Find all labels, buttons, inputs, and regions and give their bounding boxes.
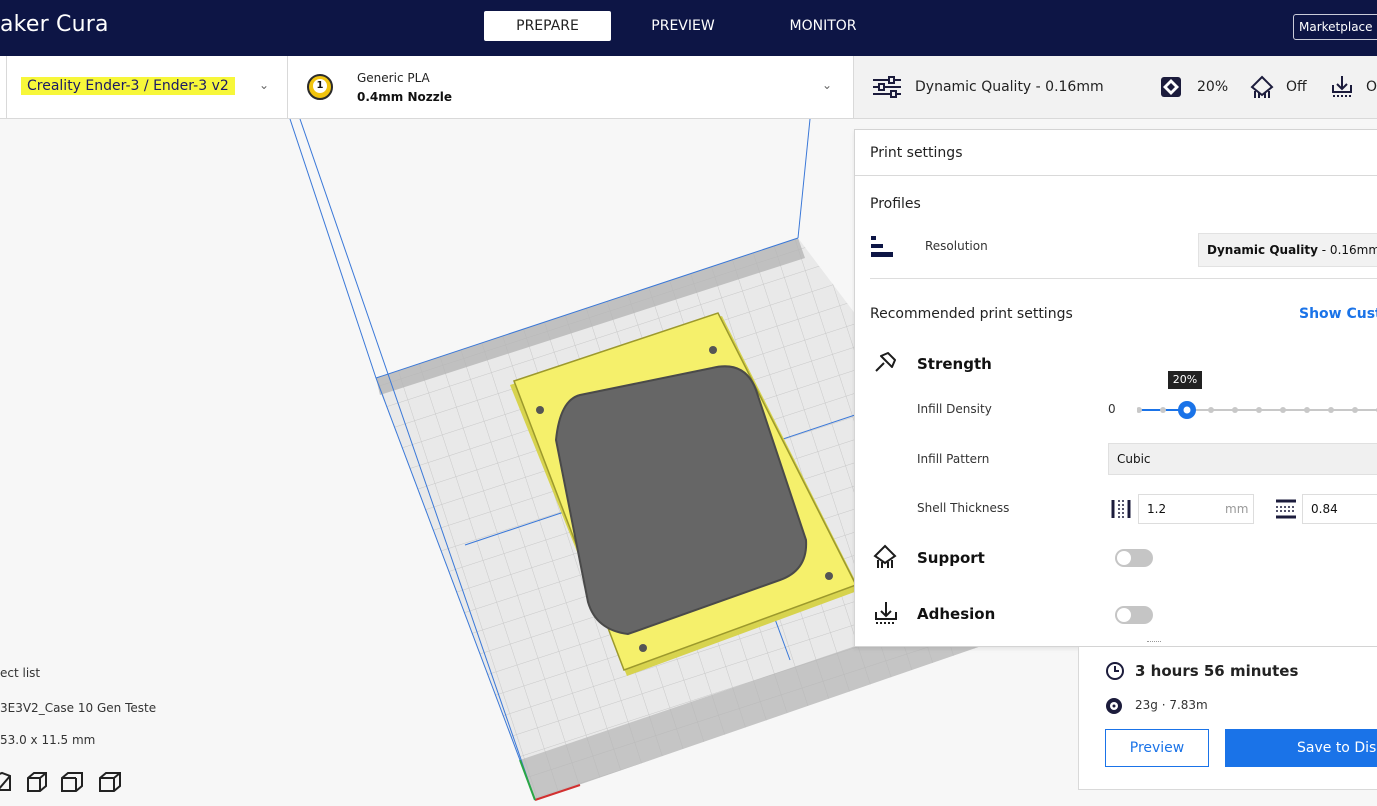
extruder-number: 1 — [313, 79, 327, 93]
object-list-header[interactable]: ect list — [0, 666, 40, 680]
support-icon — [1250, 75, 1274, 98]
machine-bar: Creality Ender-3 / Ender-3 v2 ⌄ 1 Generi… — [0, 56, 1377, 119]
print-time: 3 hours 56 minutes — [1135, 662, 1299, 680]
adhesion-icon — [1332, 76, 1352, 97]
adhesion-summary: O — [1366, 79, 1377, 95]
infill-density-min: 0 — [1108, 402, 1116, 416]
profiles-heading: Profiles — [870, 196, 921, 212]
infill-pattern-label: Infill Pattern — [917, 452, 990, 466]
view-front-icon[interactable] — [27, 772, 47, 792]
strength-heading: Strength — [917, 355, 992, 373]
tab-prepare[interactable]: PREPARE — [484, 11, 611, 41]
nozzle-size: 0.4mm Nozzle — [357, 90, 452, 104]
resolution-value-name: Dynamic Quality — [1207, 243, 1318, 257]
sliders-icon — [873, 76, 901, 98]
tab-monitor[interactable]: MONITOR — [770, 11, 876, 41]
infill-summary: 20% — [1197, 79, 1229, 95]
extruder-icon: 1 — [307, 74, 333, 100]
show-custom-link[interactable]: Show Cust — [1299, 306, 1377, 322]
object-name: 3E3V2_Case 10 Gen Teste — [0, 701, 157, 715]
view-side-icon[interactable] — [99, 772, 121, 792]
chevron-down-icon: ⌄ — [259, 78, 270, 92]
shell-thickness-label: Shell Thickness — [917, 501, 1010, 515]
chevron-down-icon: ⌄ — [822, 78, 833, 92]
infill-density-label: Infill Density — [917, 402, 992, 416]
print-settings-toggle[interactable]: Dynamic Quality - 0.16mm 20% Off O — [854, 56, 1377, 118]
material-name: Generic PLA — [357, 71, 430, 85]
printer-name: Creality Ender-3 / Ender-3 v2 — [21, 77, 235, 95]
view-buttons — [0, 771, 121, 792]
support-heading: Support — [917, 549, 985, 567]
top-bar: aker Cura PREPARE PREVIEW MONITOR Market… — [0, 0, 1377, 56]
adhesion-icon — [875, 602, 897, 624]
resolution-dropdown[interactable]: Dynamic Quality - 0.16mm — [1198, 233, 1377, 267]
print-estimate-card: 3 hours 56 minutes 23g · 7.83m Preview S… — [1078, 647, 1377, 790]
infill-density-tooltip: 20% — [1168, 371, 1202, 389]
clock-icon — [1106, 662, 1124, 680]
support-summary: Off — [1286, 79, 1307, 95]
tab-preview[interactable]: PREVIEW — [630, 11, 736, 41]
print-settings-panel: Print settings Profiles Resolution Dynam… — [854, 129, 1377, 647]
object-dimensions: 53.0 x 11.5 mm — [0, 733, 96, 747]
hammer-icon — [875, 352, 896, 372]
resolution-label: Resolution — [925, 239, 988, 253]
support-icon — [873, 544, 897, 568]
top-bottom-thickness-input[interactable]: 0.84 — [1302, 494, 1377, 524]
wall-thickness-input[interactable]: 1.2 mm — [1138, 494, 1254, 524]
app-title: aker Cura — [0, 12, 109, 37]
adhesion-toggle[interactable] — [1115, 606, 1153, 624]
spool-icon — [1106, 698, 1122, 714]
infill-pattern-dropdown[interactable]: Cubic — [1108, 443, 1377, 475]
wall-thickness-unit: mm — [1225, 502, 1249, 516]
preview-button[interactable]: Preview — [1105, 729, 1209, 767]
material-selector[interactable]: 1 Generic PLA 0.4mm Nozzle ⌄ — [288, 56, 854, 118]
divider — [870, 278, 1377, 279]
adhesion-heading: Adhesion — [917, 605, 996, 623]
panel-header: Print settings — [855, 130, 1377, 176]
infill-density-slider[interactable] — [1137, 399, 1377, 421]
resolution-icon — [871, 236, 893, 257]
save-to-disk-button[interactable]: Save to Dis — [1225, 729, 1377, 767]
support-toggle[interactable] — [1115, 549, 1153, 567]
profile-summary: Dynamic Quality - 0.16mm — [915, 79, 1104, 95]
view-top-icon[interactable] — [61, 772, 83, 792]
material-usage: 23g · 7.83m — [1135, 698, 1208, 712]
infill-icon — [1161, 77, 1181, 97]
resolution-value-layer: - 0.16mm — [1317, 243, 1377, 257]
printer-selector[interactable]: Creality Ender-3 / Ender-3 v2 ⌄ — [6, 56, 288, 118]
panel-title: Print settings — [870, 145, 963, 161]
view-3d-icon[interactable] — [0, 771, 11, 791]
wall-thickness-value: 1.2 — [1147, 502, 1167, 516]
panel-resize-handle[interactable] — [1147, 641, 1161, 643]
marketplace-button[interactable]: Marketplace — [1293, 14, 1377, 40]
recommended-heading: Recommended print settings — [870, 306, 1073, 322]
top-bottom-thickness-icon — [1276, 499, 1296, 519]
wall-thickness-icon — [1111, 500, 1131, 518]
